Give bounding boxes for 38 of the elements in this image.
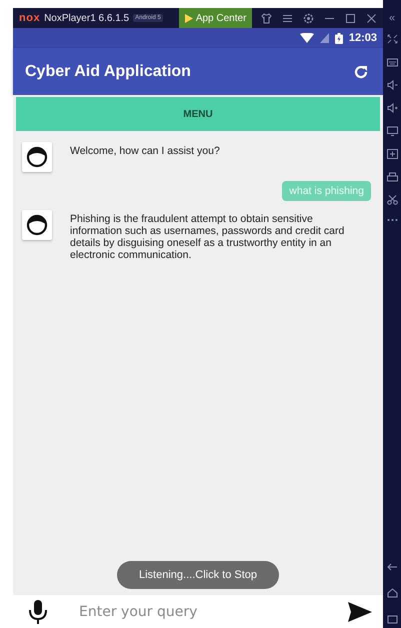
settings-icon[interactable]	[303, 12, 314, 24]
microphone-icon[interactable]	[27, 598, 49, 626]
user-message: what is phishing	[282, 181, 371, 201]
add-screen-icon[interactable]	[386, 149, 398, 159]
bot-message: Phishing is the fraudulent attempt to obtain sensitive information such as usernames, passwords and credit card details by disguising oneself as a trustworthy entity in an electronic communication.	[70, 212, 346, 262]
no-signal-icon	[320, 33, 329, 43]
app-center-button[interactable]: App Center	[178, 8, 252, 28]
collapse-button[interactable]: «	[388, 8, 396, 28]
bot-message: Welcome, how can I assist you?	[70, 144, 221, 158]
keyboard-icon[interactable]	[386, 57, 398, 67]
play-icon	[184, 14, 193, 22]
refresh-icon[interactable]	[353, 64, 369, 80]
wifi-icon	[300, 33, 314, 43]
window-title: NoxPlayer1 6.6.1.5	[44, 12, 130, 24]
avatar-icon	[22, 210, 52, 240]
more-icon[interactable]	[386, 218, 398, 222]
speaker-icon[interactable]	[386, 80, 398, 90]
back-icon[interactable]	[386, 562, 398, 572]
home-icon[interactable]	[386, 588, 398, 598]
monitor-icon[interactable]	[386, 126, 398, 136]
speaker-icon[interactable]	[386, 103, 398, 113]
scissors-icon[interactable]	[386, 195, 398, 205]
battery-icon	[334, 32, 343, 44]
app-logo: nox	[19, 12, 40, 24]
resize-icon[interactable]	[386, 34, 398, 44]
send-icon[interactable]	[347, 600, 373, 622]
avatar-icon	[22, 142, 52, 172]
toast-message: Listening....Click to Stop	[117, 561, 279, 589]
clock-time: 12:03	[348, 32, 377, 44]
app-title: Cyber Aid Application	[25, 62, 191, 80]
close-icon[interactable]	[366, 12, 378, 24]
menu-icon[interactable]	[282, 12, 294, 24]
recent-apps-icon[interactable]	[386, 614, 398, 624]
maximize-icon[interactable]	[345, 12, 356, 24]
shirt-icon[interactable]	[261, 12, 272, 24]
menu-button[interactable]: MENU	[16, 97, 380, 131]
query-input-field[interactable]: Enter your query	[59, 600, 337, 624]
printer-icon[interactable]	[386, 172, 398, 182]
